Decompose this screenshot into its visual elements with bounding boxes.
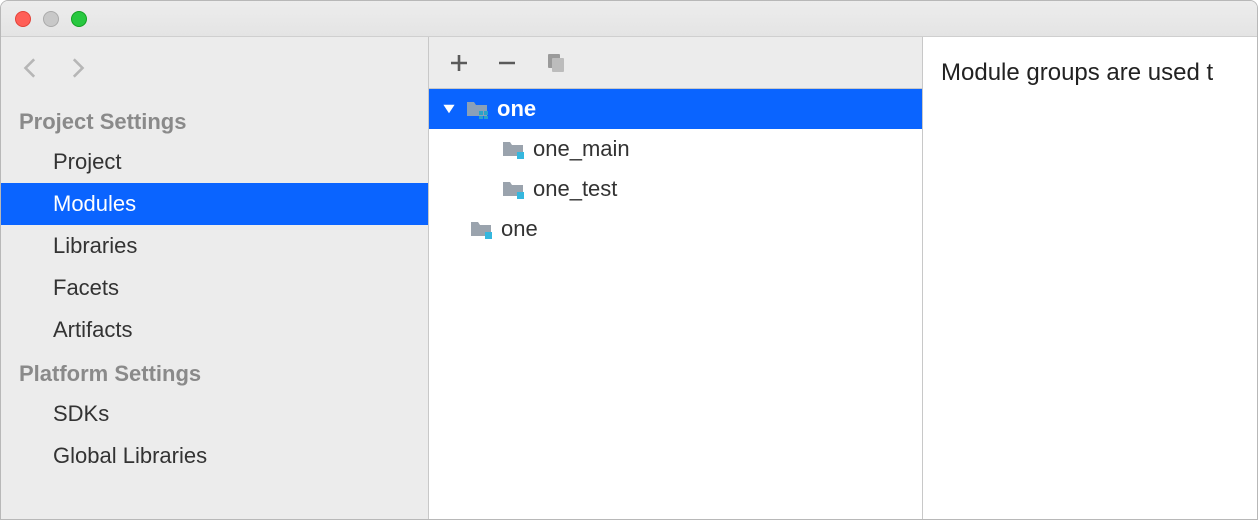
tree-row-module-one-test[interactable]: one_test — [429, 169, 922, 209]
window-minimize-button[interactable] — [43, 11, 59, 27]
tree-label: one — [497, 96, 536, 122]
add-button[interactable] — [447, 51, 471, 75]
detail-text: Module groups are used t — [941, 59, 1213, 86]
modules-toolbar — [429, 37, 922, 89]
sidebar-item-sdks[interactable]: SDKs — [1, 393, 428, 435]
tree-row-module-one[interactable]: one — [429, 209, 922, 249]
content: Project Settings Project Modules Librari… — [1, 37, 1257, 519]
tree-label: one_main — [533, 136, 630, 162]
tree-row-group-one[interactable]: one — [429, 89, 922, 129]
remove-button[interactable] — [495, 51, 519, 75]
sidebar-item-artifacts[interactable]: Artifacts — [1, 309, 428, 351]
sidebar-item-facets[interactable]: Facets — [1, 267, 428, 309]
nav-forward-icon[interactable] — [63, 55, 89, 81]
modules-panel: one one_main one_test — [429, 37, 923, 519]
disclosure-triangle-icon[interactable] — [441, 102, 457, 116]
detail-panel: Module groups are used t — [923, 37, 1257, 519]
sidebar-item-project[interactable]: Project — [1, 141, 428, 183]
sidebar-heading-platform: Platform Settings — [1, 351, 428, 393]
nav-back-icon[interactable] — [19, 55, 45, 81]
titlebar — [1, 1, 1257, 37]
module-icon — [501, 179, 525, 199]
module-group-icon — [465, 99, 489, 119]
tree-label: one — [501, 216, 538, 242]
sidebar: Project Settings Project Modules Librari… — [1, 37, 429, 519]
tree-label: one_test — [533, 176, 617, 202]
tree-row-module-one-main[interactable]: one_main — [429, 129, 922, 169]
modules-tree[interactable]: one one_main one_test — [429, 89, 922, 519]
window-close-button[interactable] — [15, 11, 31, 27]
window: Project Settings Project Modules Librari… — [0, 0, 1258, 520]
sidebar-item-libraries[interactable]: Libraries — [1, 225, 428, 267]
module-icon — [469, 219, 493, 239]
copy-button[interactable] — [543, 51, 567, 75]
sidebar-item-global-libraries[interactable]: Global Libraries — [1, 435, 428, 477]
sidebar-item-modules[interactable]: Modules — [1, 183, 428, 225]
nav-arrows — [1, 47, 428, 99]
window-zoom-button[interactable] — [71, 11, 87, 27]
sidebar-heading-project: Project Settings — [1, 99, 428, 141]
module-icon — [501, 139, 525, 159]
